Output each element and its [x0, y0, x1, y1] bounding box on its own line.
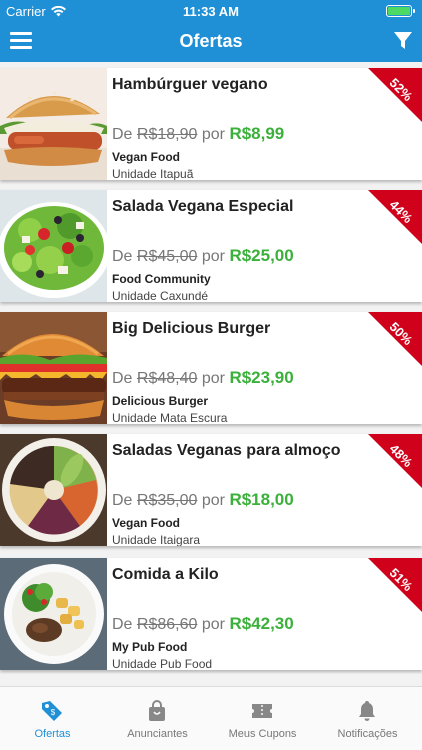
- tab-label: Ofertas: [34, 728, 71, 740]
- discount-ribbon: 52%: [368, 68, 422, 122]
- offer-price: De R$45,00 por R$25,00: [112, 246, 294, 266]
- new-price: R$23,90: [229, 368, 294, 387]
- shopping-bag-icon: [149, 700, 165, 721]
- offer-name: Big Delicious Burger: [112, 320, 271, 337]
- por-label: por: [201, 370, 225, 387]
- new-price: R$42,30: [229, 614, 294, 633]
- old-price: R$45,00: [136, 248, 198, 265]
- store-name: Food Community: [112, 272, 211, 286]
- offer-card[interactable]: Comida a Kilo De R$86,60 por R$42,30 My …: [0, 558, 422, 670]
- store-unit: Unidade Itaigara: [112, 533, 201, 546]
- offer-name: Saladas Veganas para almoço: [112, 442, 341, 459]
- bell-icon: [359, 701, 375, 721]
- store-name: Vegan Food: [112, 516, 181, 530]
- vegan-burger-photo: [0, 68, 107, 180]
- store-unit: Unidade Pub Food: [112, 657, 213, 670]
- por-label: por: [201, 492, 225, 509]
- new-price: R$18,00: [229, 490, 294, 509]
- offer-name: Comida a Kilo: [112, 566, 219, 583]
- store-name: My Pub Food: [112, 640, 188, 654]
- status-bar: Carrier 11:33 AM: [0, 0, 422, 22]
- tab-label: Anunciantes: [127, 728, 188, 740]
- offer-card[interactable]: Hambúrguer vegano De R$18,90 por R$8,99 …: [0, 68, 422, 180]
- discount-ribbon: 48%: [368, 434, 422, 488]
- store-unit: Unidade Caxundé: [112, 289, 209, 302]
- de-label: De: [112, 492, 133, 509]
- offer-card[interactable]: Saladas Veganas para almoço De R$35,00 p…: [0, 434, 422, 546]
- offer-name: Salada Vegana Especial: [112, 198, 294, 215]
- salad-photo: [0, 190, 107, 302]
- tab-label: Notificações: [337, 728, 398, 740]
- page-title: Ofertas: [179, 31, 243, 51]
- offer-name: Hambúrguer vegano: [112, 76, 268, 93]
- svg-text:$: $: [51, 708, 56, 717]
- battery-icon: [386, 5, 415, 17]
- vegan-bowl-photo: [0, 434, 107, 546]
- old-price: R$86,60: [136, 616, 198, 633]
- store-name: Vegan Food: [112, 150, 181, 164]
- plate-food-photo: [0, 558, 107, 670]
- tab-ofertas[interactable]: $ Ofertas: [0, 687, 105, 750]
- de-label: De: [112, 248, 133, 265]
- old-price: R$35,00: [136, 492, 198, 509]
- tab-label: Meus Cupons: [228, 728, 297, 740]
- new-price: R$8,99: [229, 124, 285, 143]
- store-unit: Unidade Itapuã: [112, 167, 194, 180]
- offer-price: De R$35,00 por R$18,00: [112, 490, 294, 510]
- filter-icon[interactable]: [394, 31, 412, 51]
- old-price: R$48,40: [136, 370, 198, 387]
- por-label: por: [201, 248, 225, 265]
- price-tag-icon: $: [42, 701, 62, 721]
- de-label: De: [112, 370, 133, 387]
- clock: 11:33 AM: [183, 4, 239, 19]
- offer-price: De R$48,40 por R$23,90: [112, 368, 294, 388]
- por-label: por: [201, 616, 225, 633]
- offers-list[interactable]: Hambúrguer vegano De R$18,90 por R$8,99 …: [0, 62, 422, 674]
- tab-meus-cupons[interactable]: Meus Cupons: [210, 687, 315, 750]
- store-unit: Unidade Mata Escura: [112, 411, 228, 424]
- ticket-icon: [252, 704, 272, 718]
- offer-card[interactable]: Big Delicious Burger De R$48,40 por R$23…: [0, 312, 422, 424]
- offer-price: De R$86,60 por R$42,30: [112, 614, 294, 634]
- tab-anunciantes[interactable]: Anunciantes: [105, 687, 210, 750]
- tab-notificacoes[interactable]: Notificações: [315, 687, 420, 750]
- tab-bar: $ Ofertas Anunciantes Meus Cupons Notifi…: [0, 686, 422, 750]
- offer-price: De R$18,90 por R$8,99: [112, 124, 284, 144]
- por-label: por: [201, 126, 225, 143]
- discount-ribbon: 50%: [368, 312, 422, 366]
- new-price: R$25,00: [229, 246, 294, 265]
- discount-ribbon: 51%: [368, 558, 422, 612]
- de-label: De: [112, 616, 133, 633]
- old-price: R$18,90: [136, 126, 198, 143]
- offer-card[interactable]: Salada Vegana Especial De R$45,00 por R$…: [0, 190, 422, 302]
- de-label: De: [112, 126, 133, 143]
- nav-bar: Ofertas: [0, 22, 422, 62]
- discount-ribbon: 44%: [368, 190, 422, 244]
- burger-photo: [0, 312, 107, 424]
- store-name: Delicious Burger: [112, 394, 209, 408]
